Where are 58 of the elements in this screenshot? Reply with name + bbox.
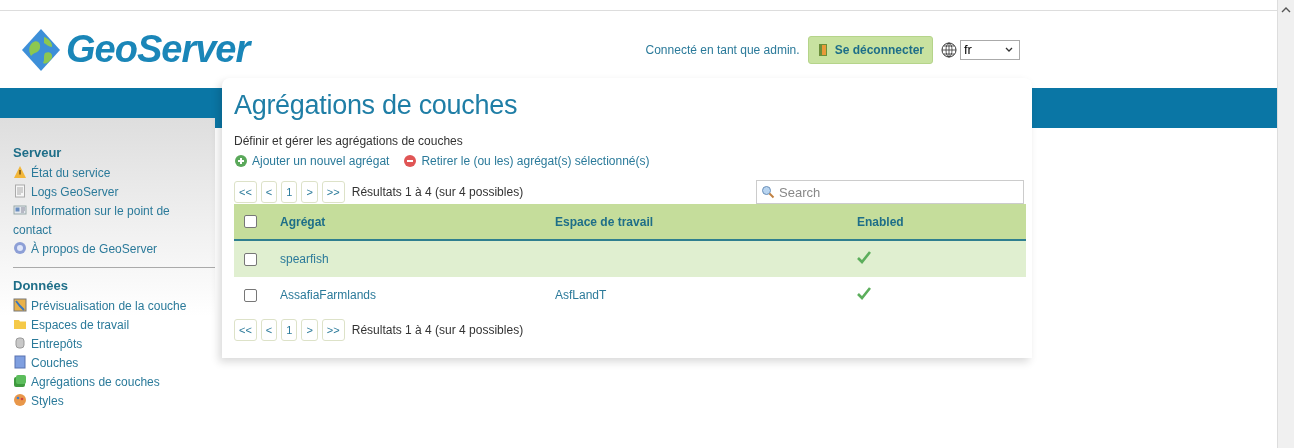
page-title: Agrégations de couches: [234, 90, 519, 121]
workspace-cell: AsfLandT: [555, 288, 607, 302]
page-description: Définir et gérer les agrégations de couches: [234, 134, 464, 148]
checkbox[interactable]: [244, 215, 257, 228]
sidebar-item[interactable]: Espaces de travail: [13, 316, 208, 335]
layer-group-link[interactable]: spearfish: [280, 252, 329, 266]
layer-group-icon: [13, 374, 27, 388]
pager-button[interactable]: >>: [321, 319, 345, 341]
caret-icon: [1005, 46, 1013, 53]
sidebar-item[interactable]: Logs GeoServer: [13, 183, 208, 202]
folder-icon: [13, 317, 27, 331]
pager-button[interactable]: <<: [234, 319, 257, 341]
scroll-up-icon[interactable]: [1281, 6, 1291, 14]
palette-icon: [13, 393, 27, 407]
sidebar-item[interactable]: Styles: [13, 392, 208, 411]
checkbox[interactable]: [244, 288, 257, 302]
remove-link[interactable]: Retirer le (ou les) agrégat(s) sélectionné(s): [403, 154, 650, 168]
search-icon: [761, 185, 775, 199]
sidebar-item[interactable]: Entrepôts: [13, 335, 208, 354]
sidebar-item[interactable]: Information sur le point de contact: [0, 202, 208, 240]
language-select[interactable]: fr: [960, 39, 1020, 60]
sidebar-item[interactable]: Couches: [13, 354, 208, 373]
search-field[interactable]: Search: [756, 180, 1024, 204]
logout-button[interactable]: Se déconnecter: [807, 35, 933, 64]
login-status: Connecté en tant que admin.: [645, 42, 800, 57]
pager-button[interactable]: 1: [281, 181, 298, 203]
layer-group-link[interactable]: AssafiaFarmlands: [280, 288, 377, 302]
results-count: Résultats 1 à 4 (sur 4 possibles): [351, 185, 524, 199]
contact-card-icon: [13, 203, 27, 217]
add-icon: [234, 154, 248, 168]
globe-icon: [941, 41, 957, 58]
map-icon: [13, 298, 27, 312]
results-count: Résultats 1 à 4 (sur 4 possibles): [351, 323, 524, 337]
warning-icon: [13, 165, 27, 179]
pager-button[interactable]: <<: [234, 181, 257, 203]
info-icon: [13, 241, 27, 255]
pager-button[interactable]: >: [301, 319, 318, 341]
add-link[interactable]: Ajouter un nouvel agrégat: [234, 154, 390, 168]
sidebar-item[interactable]: État du service: [13, 164, 208, 183]
pager-button[interactable]: >: [301, 181, 318, 203]
checkbox[interactable]: [244, 252, 257, 266]
pager-button[interactable]: >>: [321, 181, 345, 203]
logo-text: GeoServer: [66, 28, 250, 71]
column-header: Agrégat: [279, 204, 554, 240]
pager-button[interactable]: <: [260, 319, 278, 341]
layer-icon: [13, 355, 27, 369]
sidebar-section-title: Données: [13, 278, 69, 293]
database-icon: [13, 336, 27, 350]
column-header: Enabled: [856, 204, 1026, 240]
sidebar-item[interactable]: Prévisualisation de la couche: [13, 297, 208, 316]
remove-icon: [403, 154, 418, 168]
document-icon: [13, 184, 27, 198]
sidebar-item[interactable]: À propos de GeoServer: [13, 240, 208, 259]
pager-button[interactable]: 1: [281, 319, 298, 341]
sidebar-section-title: Serveur: [13, 145, 63, 160]
column-header: Espace de travail: [554, 204, 856, 240]
pager-button[interactable]: <: [260, 181, 278, 203]
sidebar-item[interactable]: Agrégations de couches: [13, 373, 208, 392]
